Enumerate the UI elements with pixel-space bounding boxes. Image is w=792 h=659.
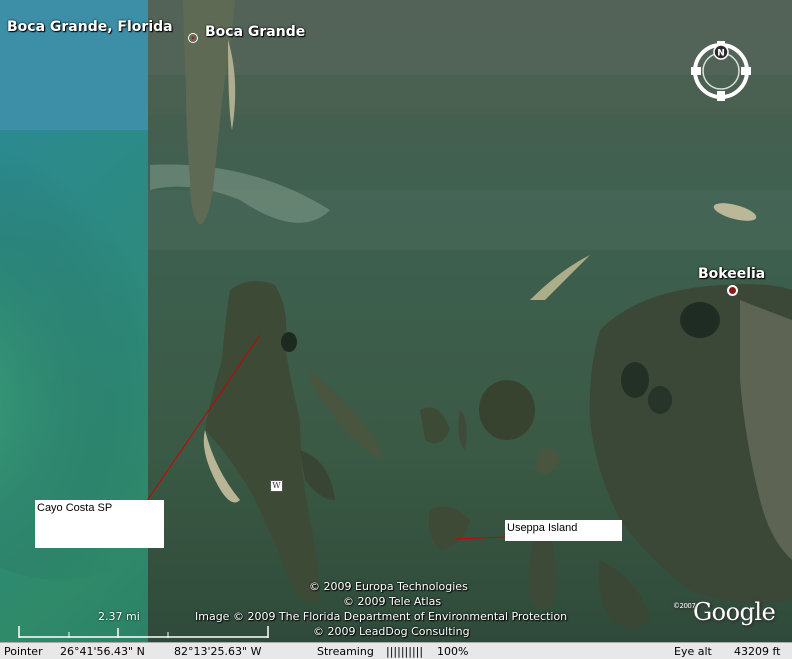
pointer-longitude: 82°13'25.63" W	[174, 645, 262, 658]
google-logo: ©2007 Google	[673, 598, 776, 626]
eye-alt-label: Eye alt	[674, 645, 712, 658]
scale-legend: 2.37 mi	[18, 610, 270, 640]
copyright-line-2: © 2009 Tele Atlas	[343, 595, 442, 608]
callout-useppa-island[interactable]: Useppa Island	[505, 520, 622, 541]
callout-cayo-costa-label: Cayo Costa SP	[37, 502, 113, 514]
callout-cayo-costa[interactable]: Cayo Costa SP	[35, 500, 164, 548]
streaming-progress-bars: ||||||||||	[386, 645, 424, 658]
copyright-line-4: © 2009 LeadDog Consulting	[313, 625, 470, 638]
poi-w-icon[interactable]: W	[270, 480, 283, 492]
eye-alt-value: 43209 ft	[734, 645, 781, 658]
scale-legend-label: 2.37 mi	[98, 610, 140, 623]
callout-useppa-island-label: Useppa Island	[507, 522, 578, 534]
compass-control[interactable]: N	[690, 38, 752, 104]
streaming-percent: 100%	[437, 645, 469, 658]
google-logo-text: Google	[693, 598, 776, 626]
status-bar: Pointer 26°41'56.43" N 82°13'25.63" W St…	[0, 642, 792, 659]
google-logo-year: ©2007	[673, 602, 696, 610]
map-view[interactable]: Boca Grande, Florida Boca Grande Bokeeli…	[0, 0, 792, 659]
streaming-label: Streaming	[317, 645, 374, 658]
copyright-line-1: © 2009 Europa Technologies	[309, 580, 468, 593]
compass-north-label: N	[717, 49, 725, 59]
pointer-latitude: 26°41'56.43" N	[60, 645, 145, 658]
pointer-label: Pointer	[4, 645, 43, 658]
